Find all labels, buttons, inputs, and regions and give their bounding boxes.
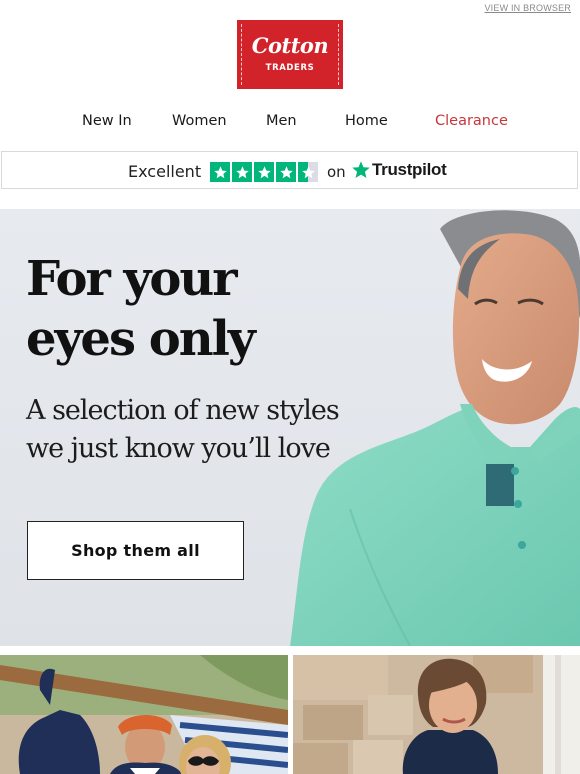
logo-sub-text: TRADERS	[265, 63, 315, 73]
hero-subtitle-line-2: we just know you’ll love	[26, 433, 331, 464]
nav-item-home[interactable]: Home	[345, 113, 388, 129]
star-icon	[254, 162, 274, 182]
trustpilot-stars	[210, 162, 318, 182]
logo-brand-text: Cotton	[251, 33, 329, 58]
nav-item-women[interactable]: Women	[172, 113, 227, 129]
hero-subtitle-line-1: A selection of new styles	[26, 395, 340, 426]
trustpilot-logo: Trustpilot	[351, 160, 447, 180]
couple-on-boat-photo	[0, 655, 288, 774]
trustpilot-star-icon	[352, 161, 370, 178]
trustpilot-rating-word: Excellent	[128, 162, 202, 181]
hero-title: For your eyes only	[26, 249, 256, 369]
tile-couple-boat[interactable]	[0, 655, 288, 774]
nav-item-clearance[interactable]: Clearance	[435, 113, 508, 129]
star-icon	[232, 162, 252, 182]
view-in-browser-link[interactable]: VIEW IN BROWSER	[484, 3, 571, 13]
hero-subtitle: A selection of new styles we just know y…	[26, 392, 371, 468]
product-tiles	[0, 655, 580, 774]
cotton-traders-logo[interactable]: Cotton TRADERS	[237, 20, 343, 89]
shop-them-all-button[interactable]: Shop them all	[27, 521, 244, 580]
main-navigation: New In Women Men Home Clearance	[0, 113, 580, 133]
nav-item-new-in[interactable]: New In	[82, 113, 132, 129]
star-icon	[210, 162, 230, 182]
trustpilot-banner[interactable]: Excellent on Trustpilot	[1, 151, 578, 189]
star-icon	[276, 162, 296, 182]
half-star-icon	[298, 162, 318, 182]
hero-banner[interactable]: For your eyes only A selection of new st…	[0, 209, 580, 646]
trustpilot-brand-text: Trustpilot	[372, 160, 447, 179]
nav-item-men[interactable]: Men	[266, 113, 297, 129]
hero-title-line-1: For your	[26, 251, 238, 307]
hero-title-line-2: eyes only	[26, 311, 256, 367]
tile-woman-stone-wall[interactable]	[293, 655, 580, 774]
trustpilot-connector: on	[327, 163, 346, 181]
woman-stone-wall-photo	[293, 655, 580, 774]
